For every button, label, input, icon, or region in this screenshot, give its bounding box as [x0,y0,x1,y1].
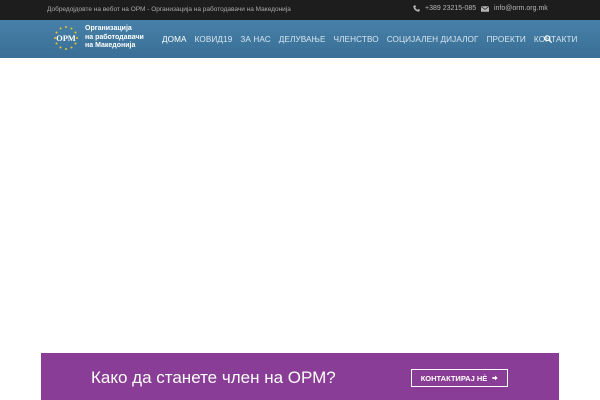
nav-item-projects[interactable]: ПРОЕКТИ [483,35,530,44]
contact-us-button-label: КОНТАКТИРАЈ НÈ [420,373,488,383]
main-navbar: ОРМ Организација на работодавачи на Маке… [0,20,600,58]
nav-item-membership[interactable]: ЧЛЕНСТВО [330,35,383,44]
email-contact[interactable]: info@orm.org.mk [481,5,548,12]
logo-line-1: Организација [85,25,132,33]
membership-cta-banner: Како да станете член на ОРМ? КОНТАКТИРАЈ… [41,353,559,400]
logo-line-3: на Македонија [85,42,136,50]
contact-us-button[interactable]: КОНТАКТИРАЈ НÈ [411,369,508,387]
email-address: info@orm.org.mk [494,5,548,12]
cta-heading: Како да станете член на ОРМ? [91,368,336,387]
phone-number: +389 23215-085 [425,5,477,12]
envelope-icon [481,5,489,12]
nav-item-activities[interactable]: ДЕЛУВАЊЕ [275,35,330,44]
nav-item-contacts[interactable]: КОНТАКТИ [530,35,582,44]
nav-item-home[interactable]: ДОМА [158,35,191,44]
logo-emblem: ОРМ [52,24,80,52]
logo-stars-icon: ОРМ [54,26,78,50]
welcome-text: Добредојдовте на вебот на ОРМ - Организа… [47,6,291,13]
logo-mark-text: ОРМ [56,33,76,43]
logo-text: Организација на работодавачи на Македони… [85,25,144,51]
phone-icon [413,5,420,12]
nav-item-social-dialogue[interactable]: СОЦИЈАЛЕН ДИЈАЛОГ [383,35,483,44]
hero-area [0,58,600,353]
main-menu: ДОМА КОВИД19 ЗА НАС ДЕЛУВАЊЕ ЧЛЕНСТВО СО… [158,20,582,58]
phone-contact[interactable]: +389 23215-085 [413,5,476,12]
site-logo[interactable]: ОРМ Организација на работодавачи на Маке… [52,24,144,52]
nav-item-about[interactable]: ЗА НАС [236,35,274,44]
arrow-right-icon [492,375,498,381]
search-icon[interactable] [544,35,552,43]
top-bar: Добредојдовте на вебот на ОРМ - Организа… [0,0,600,20]
logo-line-2: на работодавачи [85,33,144,41]
nav-item-covid19[interactable]: КОВИД19 [191,35,237,44]
